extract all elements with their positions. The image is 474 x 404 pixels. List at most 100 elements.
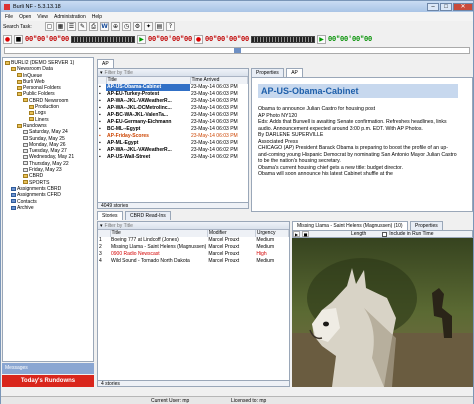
tab-cbrd-read-ins[interactable]: CBRD Read-Ins	[124, 211, 171, 220]
tree-item-label: BURLI2 (DEMO SERVER 1)	[11, 60, 75, 66]
folder-icon	[29, 111, 34, 116]
table-row[interactable]: ▪ AP-WA--JKL-VAWeatherR... 23-May-14 06:03…	[98, 98, 248, 105]
table-row[interactable]: ▪ AP-EU-Turkey-Protest 23-May-14 06:03 PM	[98, 91, 248, 98]
table-row[interactable]: ▪ AP-US-Wall-Street 23-May-14 06:02 PM	[98, 154, 248, 161]
story-time: 23-May-14 06:03 PM	[191, 91, 238, 97]
table-row[interactable]: ▪ BC-ML--Egypt 23-May-14 06:03 PM	[98, 126, 248, 133]
tree-item-label: Liners	[35, 116, 49, 123]
tab-properties[interactable]: Properties	[251, 68, 284, 77]
filter-icon: ▾	[100, 69, 103, 76]
bulb-icon[interactable]: ✦	[144, 22, 153, 31]
tab-stories[interactable]: Stories	[97, 211, 123, 220]
table-row[interactable]: ▪ AP-Friday-Scores 23-May-14 06:03 PM	[98, 133, 248, 140]
folder-icon	[23, 98, 28, 103]
play-icon-3[interactable]: ▶	[293, 231, 300, 237]
include-checkbox[interactable]	[382, 231, 388, 237]
read-ins-filter-input[interactable]: Filter by Title	[105, 223, 133, 229]
wire-filter-input[interactable]: Filter by Title	[105, 70, 133, 76]
schedule-icon[interactable]: ◷	[122, 22, 131, 31]
clock-elapsed-1: 00"00'00"00	[25, 35, 70, 44]
story-time: 23-May-14 06:03 PM	[191, 119, 238, 125]
play-icon-2[interactable]: ▶	[317, 35, 327, 44]
menu-administration[interactable]: Administration	[54, 14, 86, 20]
print-icon[interactable]: ⎙	[89, 22, 98, 31]
menu-help[interactable]: Help	[92, 14, 102, 20]
filter-icon-2: ▾	[100, 222, 103, 229]
gear-icon[interactable]: ⚙	[133, 22, 142, 31]
story-time: 23-May-14 06:03 PM	[191, 140, 238, 146]
web-icon[interactable]: ⊕	[111, 22, 120, 31]
tree-item-label: Production	[35, 104, 59, 111]
story-time: 23-May-14 06:02 PM	[191, 154, 238, 160]
read-in-modifier: Marcel Prouxt	[208, 244, 240, 250]
table-row[interactable]: 1 Boeing 777 at Lindcoff (Jones) Marcel Pr…	[98, 237, 289, 244]
read-in-urgency: Medium	[256, 244, 275, 250]
table-row[interactable]: ▪ AP-BC-WA-JKL-ValenTa... 23-May-14 06:03 …	[98, 112, 248, 119]
story-time: 23-May-14 06:03 PM	[191, 105, 238, 111]
story-flag-icon: ▪	[99, 126, 101, 132]
story-flag-icon: ▪	[99, 154, 101, 160]
table-row[interactable]: ▪ AP-EU-Germany-Eichmann 23-May-14 06:03 P…	[98, 119, 248, 126]
menu-file[interactable]: File	[5, 14, 13, 20]
col-urgency[interactable]: Urgency	[255, 230, 289, 237]
table-row[interactable]: 2 Missing Llama - Saint Helens (Magnussen…	[98, 244, 289, 251]
table-row[interactable]: ▪ AP-ML-Egypt 23-May-14 06:03 PM	[98, 140, 248, 147]
messages-bar[interactable]: Messages	[2, 363, 94, 374]
col-read-in-title[interactable]: Title	[110, 230, 208, 237]
stop-icon-2[interactable]: ■	[302, 231, 309, 237]
menu-view[interactable]: View	[37, 14, 48, 20]
edit-icon[interactable]: ✎	[78, 22, 87, 31]
table-row[interactable]: ▪ AP-WA--JKL-DCMetrolinc... 23-May-14 06:0…	[98, 105, 248, 112]
close-button[interactable]: ✕	[453, 2, 473, 11]
calendar-icon	[23, 148, 28, 153]
tree-item-label: Monday, May 26	[29, 141, 66, 148]
col-time-arrived[interactable]: Time Arrived	[190, 77, 248, 84]
grid-icon[interactable]: ▦	[56, 22, 65, 31]
table-row[interactable]: 3 0900 Radio Newscast Marcel Prouxt High	[98, 251, 289, 258]
media-controls: ▶ ■ Length Include in Run Time	[292, 230, 473, 238]
tab-media-properties[interactable]: Properties	[410, 221, 443, 230]
tree-item-label: Assignments CBRD	[17, 185, 62, 192]
tab-ap-story[interactable]: AP	[286, 68, 303, 77]
story-paragraph: Obama will soon announce his latest Cabi…	[258, 171, 393, 177]
tab-ap[interactable]: AP	[97, 59, 114, 68]
tree-item-label: Newsroom Data	[17, 66, 53, 73]
record-icon[interactable]: ●	[3, 35, 12, 44]
story-paragraph: CHICAGO (AP) President Barack Obama is p…	[258, 145, 457, 164]
folder-icon	[17, 73, 22, 78]
maximize-button[interactable]: □	[440, 2, 452, 11]
play-icon[interactable]: ▶	[137, 35, 147, 44]
tree-item-label: Rundowns	[23, 122, 47, 129]
stop-icon[interactable]: ■	[14, 35, 23, 44]
read-in-num: 4	[99, 258, 102, 264]
col-title[interactable]: Title	[106, 77, 191, 84]
scrubber-handle[interactable]	[234, 48, 241, 53]
new-icon[interactable]: ▢	[45, 22, 54, 31]
table-row[interactable]: ▪ AP-US-Obama-Cabinet 23-May-14 06:03 PM	[98, 84, 248, 91]
search-task-label: Search Task:	[3, 23, 32, 30]
story-tabs: Properties AP	[251, 68, 473, 77]
story-title: AP-EU-Germany-Eichmann	[107, 119, 172, 125]
table-row[interactable]: ▪ AP-WA--JKL-VAWeatherR... 23-May-14 06:02…	[98, 147, 248, 154]
help-icon[interactable]: ?	[166, 22, 175, 31]
todays-rundowns-button[interactable]: Today's Rundowns	[2, 375, 94, 387]
application-window: Burli NF - 5.3.13.18 – □ ✕ File Open Vie…	[0, 0, 474, 404]
record-icon-2[interactable]: ●	[194, 35, 204, 44]
menu-open[interactable]: Open	[19, 14, 31, 20]
story-paragraph: Eds: Adds that Burwell is awaiting Senat…	[258, 119, 447, 132]
read-in-urgency: High	[256, 251, 267, 257]
minimize-button[interactable]: –	[427, 2, 439, 11]
chart-icon[interactable]: ▤	[155, 22, 164, 31]
tab-media[interactable]: Missing Llama - Saint Helens (Magnussen)…	[292, 221, 408, 230]
tree-item[interactable]: Archive	[3, 205, 93, 211]
table-row[interactable]: 4 Wild Sound - Tornado North Dakota Marcel…	[98, 258, 289, 265]
story-flag-icon: ▪	[99, 133, 101, 139]
position-scrubber[interactable]	[4, 47, 470, 54]
include-in-run-time-label: Include in Run Time	[389, 231, 434, 237]
col-modifier[interactable]: Modifier	[207, 230, 256, 237]
word-icon[interactable]: W	[100, 22, 109, 31]
rundown-tabs: Stories CBRD Read-Ins	[97, 211, 257, 221]
tree-item-label: Archive	[17, 204, 34, 211]
story-time: 23-May-14 06:03 PM	[191, 133, 238, 139]
list-icon[interactable]: ☰	[67, 22, 76, 31]
